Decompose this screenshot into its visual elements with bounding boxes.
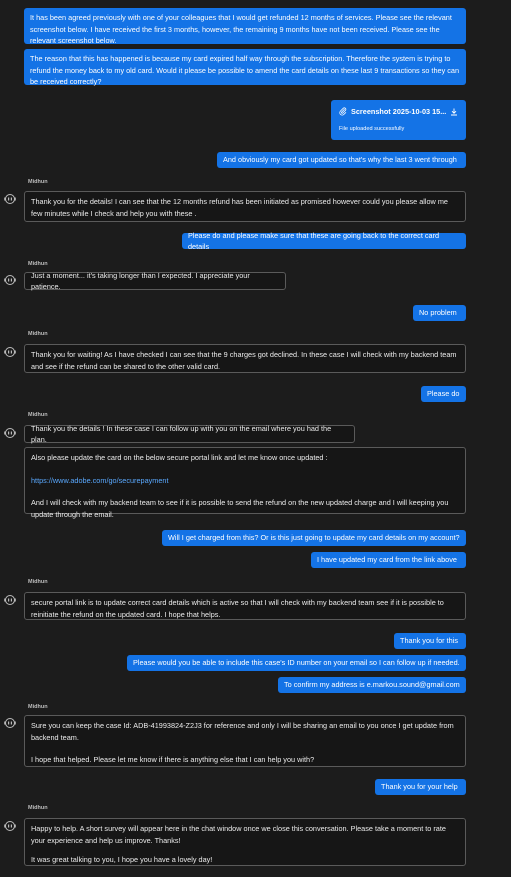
secure-payment-link[interactable]: https://www.adobe.com/go/securepayment [31,476,169,485]
user-message: No problem [413,305,466,321]
message-text: Thank you for your help [381,782,458,792]
agent-message: Thank you the details ! In these case I … [24,423,355,445]
user-message: It has been agreed previously with one o… [24,8,466,45]
user-message: I have updated my card from the link abo… [311,552,466,568]
agent-name: Midhun [28,805,48,811]
agent-message: Also please update the card on the below… [24,447,466,519]
user-message: Thank you for your help [375,779,466,795]
message-text: Please do [427,389,460,399]
message-text: I have updated my card from the link abo… [317,555,457,565]
agent-name: Midhun [28,704,48,710]
robot-head-icon [4,275,16,285]
robot-head-icon [4,428,16,438]
user-message: Please do [421,386,466,402]
message-text: I hope that helped. Please let me know i… [31,755,315,764]
file-upload-status: File uploaded successfully [339,126,405,132]
message-text: Also please update the card on the below… [31,453,328,462]
message-text: And I will check with my backend team to… [31,498,449,519]
robot-head-icon [4,595,16,605]
user-message: Thank you for this [394,633,466,649]
user-message: Please do and please make sure that thes… [182,231,466,251]
agent-name: Midhun [28,412,48,418]
message-text: And obviously my card got updated so tha… [223,155,457,165]
message-text: Just a moment... it's taking longer than… [31,270,250,292]
message-text: It has been agreed previously with one o… [30,13,452,45]
message-text: Thank you for the details! I can see tha… [31,197,448,218]
message-text: To confirm my address is e.markou.sound@… [284,680,460,690]
message-text: Sure you can keep the case Id: ADB-41993… [31,721,454,742]
message-text: Thank you for waiting! As I have checked… [31,350,457,371]
message-text: Will I get charged from this? Or is this… [168,533,460,543]
agent-message: Just a moment... it's taking longer than… [24,270,286,292]
file-name: Screenshot 2025-10-03 15... [351,107,447,116]
robot-head-icon [4,718,16,728]
message-text: It was great talking to you, I hope you … [31,855,213,864]
user-message: To confirm my address is e.markou.sound@… [278,677,466,693]
message-text: No problem [419,308,457,318]
agent-name: Midhun [28,331,48,337]
user-message: The reason that this has happened is bec… [24,49,466,86]
agent-message: Sure you can keep the case Id: ADB-41993… [24,715,466,767]
agent-name: Midhun [28,179,48,185]
agent-message: secure portal link is to update correct … [24,592,466,620]
user-message: Please would you be able to include this… [127,655,466,671]
agent-message: Thank you for the details! I can see tha… [24,191,466,222]
message-text: The reason that this has happened is bec… [30,54,460,86]
download-icon[interactable] [450,108,458,116]
message-text: Thank you for this [400,636,458,646]
message-text: secure portal link is to update correct … [31,598,444,619]
message-text: Happy to help. A short survey will appea… [31,824,446,845]
user-message: Will I get charged from this? Or is this… [162,530,466,546]
robot-head-icon [4,347,16,357]
file-attachment-card[interactable]: Screenshot 2025-10-03 15... File uploade… [331,100,466,140]
message-text: Thank you the details ! In these case I … [31,423,332,445]
agent-message: Thank you for waiting! As I have checked… [24,344,466,373]
robot-head-icon [4,821,16,831]
message-text: Please would you be able to include this… [133,658,460,668]
message-text: Please do and please make sure that thes… [188,230,440,252]
agent-message: Happy to help. A short survey will appea… [24,818,466,866]
chat-transcript: It has been agreed previously with one o… [0,0,511,877]
agent-name: Midhun [28,261,48,267]
robot-head-icon [4,194,16,204]
user-message: And obviously my card got updated so tha… [217,152,466,168]
agent-name: Midhun [28,579,48,585]
paperclip-icon [339,107,347,116]
